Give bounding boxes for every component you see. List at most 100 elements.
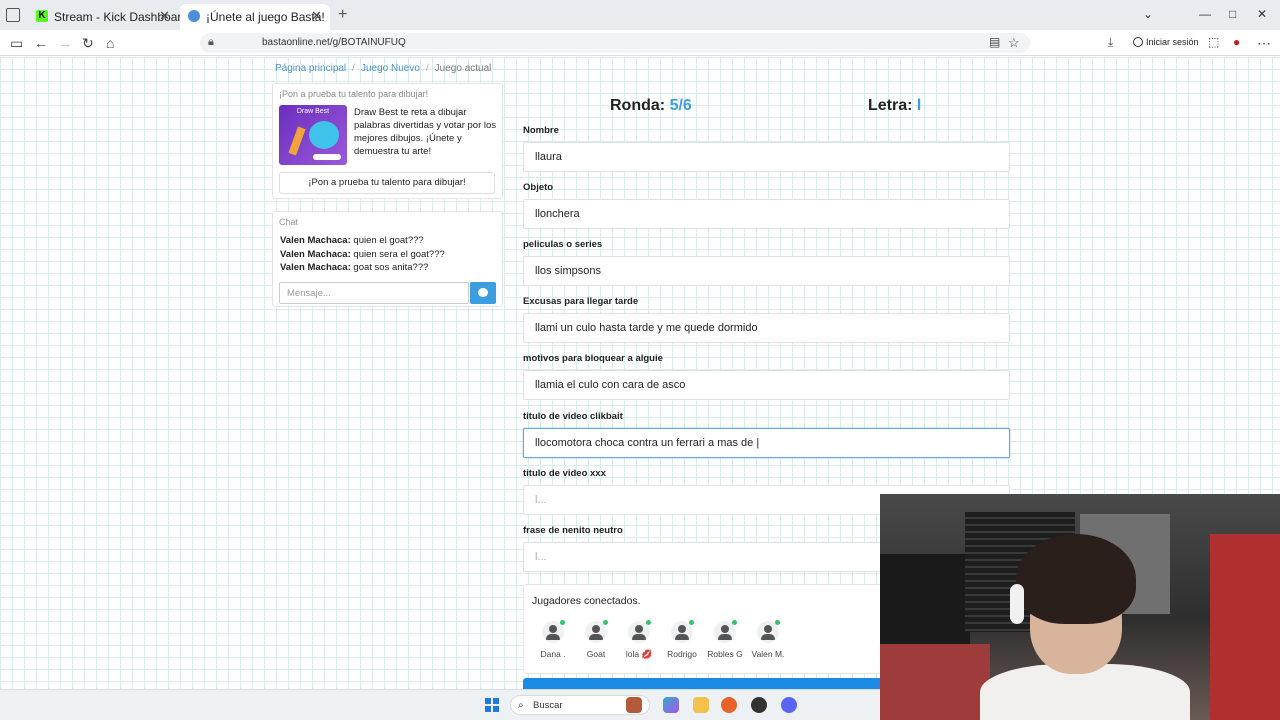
players-title: Jugadores conectados. — [532, 595, 641, 607]
taskbar: ⌕ Buscar — [0, 689, 880, 720]
avatar-icon — [714, 620, 737, 643]
login-button[interactable]: Iniciar sesión — [1133, 37, 1199, 47]
field-label: titulo de video clikbait — [523, 411, 623, 422]
minimize-icon[interactable]: — — [1199, 7, 1211, 21]
extensions-icon[interactable]: ⬚ — [1208, 35, 1219, 49]
discord-icon[interactable] — [781, 697, 797, 713]
player-name: Rodrigo — [667, 649, 697, 659]
field-label: Objeto — [523, 182, 554, 193]
reader-icon[interactable]: ▤ — [989, 35, 1000, 49]
clikbait-input[interactable]: llocomotora choca contra un ferrari a ma… — [523, 428, 1010, 458]
player-item[interactable]: Goat — [574, 620, 618, 659]
download-icon[interactable]: ⤓ — [1108, 35, 1113, 50]
letter-value: l — [916, 97, 922, 114]
avatar-icon — [671, 620, 694, 643]
badge-shape — [313, 154, 341, 160]
chat-heading: Chat — [279, 217, 299, 227]
send-message-button[interactable] — [470, 282, 496, 304]
player-name: lola 💋 — [625, 649, 653, 659]
excusas-input[interactable]: llami un culo hasta tarde y me quede dor… — [523, 313, 1010, 343]
close-icon[interactable]: ✕ — [159, 8, 170, 24]
shelf-shape — [1210, 534, 1280, 720]
breadcrumb: Página principal / Juego Nuevo / Juego actua… — [275, 63, 492, 74]
obs-icon[interactable] — [751, 697, 767, 713]
field-objeto: Objeto llonchera — [523, 182, 1010, 229]
new-tab-icon[interactable]: + — [338, 6, 347, 24]
player-item[interactable]: lola 💋 — [617, 620, 661, 660]
motivos-input[interactable]: llamia el culo con cara de asco — [523, 370, 1010, 400]
close-icon[interactable]: ✕ — [311, 8, 322, 24]
globe-favicon-icon — [188, 10, 200, 22]
chat-message: Valen Machaca: quien sera el goat??? — [280, 248, 445, 262]
chat-text: goat sos anita??? — [353, 262, 429, 273]
reload-icon[interactable]: ↻ — [82, 35, 94, 52]
nombre-input[interactable]: llaura — [523, 142, 1010, 172]
extension-badge-icon[interactable]: ● — [1233, 35, 1240, 49]
player-item[interactable]: Dana . — [531, 620, 575, 659]
online-dot — [560, 620, 565, 625]
windows-start-icon[interactable] — [485, 698, 499, 712]
objeto-input[interactable]: llonchera — [523, 199, 1010, 229]
chat-message: Valen Machaca: quien el goat??? — [280, 234, 445, 248]
chat-user: Valen Machaca: — [280, 235, 351, 246]
avatar-icon — [585, 620, 608, 643]
field-label: Nombre — [523, 125, 559, 136]
forward-icon[interactable]: → — [58, 35, 72, 51]
lock-icon: 🔒︎ — [208, 36, 214, 48]
chat-message-input[interactable]: Mensaje... — [279, 282, 469, 304]
online-dot — [646, 620, 651, 625]
close-window-icon[interactable]: ✕ — [1257, 7, 1267, 21]
avatar-icon — [757, 620, 780, 643]
taskbar-search-label: Buscar — [533, 700, 563, 711]
player-item[interactable]: Robles G — [703, 620, 747, 659]
sidebar-icon[interactable]: ▭ — [10, 35, 23, 52]
news-widget-icon[interactable] — [626, 697, 642, 713]
url-bar[interactable]: 🔒︎ bastaonline.net/g/BOTAINUFUQ — [200, 33, 1030, 53]
field-label: motivos para bloquear a alguie — [523, 353, 663, 364]
maximize-icon[interactable]: □ — [1229, 7, 1236, 21]
home-icon[interactable]: ⌂ — [106, 35, 114, 51]
promo-button[interactable]: ¡Pon a prueba tu talento para dibujar! — [279, 172, 495, 194]
online-dot — [603, 620, 608, 625]
search-icon: ⌕ — [518, 700, 524, 711]
back-icon[interactable]: ← — [34, 35, 48, 51]
kick-favicon-icon: K — [36, 10, 48, 22]
round-indicator: Ronda: 5/6 — [610, 97, 692, 115]
breadcrumb-home-link[interactable]: Página principal — [275, 63, 346, 74]
chat-user: Valen Machaca: — [280, 248, 351, 260]
online-dot — [775, 620, 780, 625]
promo-logo: Draw Best — [296, 108, 330, 115]
field-label: peliculas o series — [523, 239, 603, 250]
tab-kick-dashboard[interactable]: K Stream - Kick Dashboard ✕ — [28, 4, 188, 30]
breadcrumb-new-game-link[interactable]: Juego Nuevo — [361, 63, 420, 74]
login-label: Iniciar sesión — [1146, 37, 1199, 47]
headphones-shape — [1010, 584, 1024, 624]
chat-user: Valen Machaca: — [280, 262, 351, 273]
chat-panel: Chat Valen Machaca: quien el goat??? Val… — [272, 211, 503, 307]
url-text: bastaonline.net/g/BOTAINUFUQ — [262, 37, 406, 48]
player-item[interactable]: Valen M. — [746, 620, 790, 659]
player-item[interactable]: Rodrigo — [660, 620, 704, 659]
online-dot — [689, 620, 694, 625]
menu-icon[interactable]: ⋯ — [1257, 35, 1271, 52]
file-explorer-icon[interactable] — [693, 697, 709, 713]
letter-indicator: Letra: l — [868, 97, 921, 115]
peliculas-input[interactable]: llos simpsons — [523, 256, 1010, 286]
cloth-shape — [880, 644, 990, 720]
splash-shape — [309, 121, 339, 149]
chevron-down-icon[interactable]: ⌄ — [1143, 7, 1153, 21]
round-value: 5/6 — [669, 97, 692, 114]
field-clikbait: titulo de video clikbait llocomotora cho… — [523, 411, 1010, 458]
tab-menu-icon[interactable] — [6, 8, 20, 22]
promo-image[interactable]: Draw Best — [279, 105, 347, 165]
promo-heading: ¡Pon a prueba tu talento para dibujar! — [279, 89, 429, 99]
star-icon[interactable]: ☆ — [1008, 35, 1020, 51]
player-name: Robles G — [707, 649, 743, 659]
avatar-icon — [628, 620, 651, 643]
firefox-icon[interactable] — [721, 697, 737, 713]
copilot-icon[interactable] — [663, 697, 679, 713]
field-motivos: motivos para bloquear a alguie llamia el… — [523, 353, 1010, 400]
tab-basta[interactable]: ¡Únete al juego Basta! ✕ — [180, 4, 330, 30]
chat-text: quien sera el goat??? — [353, 248, 445, 260]
breadcrumb-current: Juego actual — [434, 63, 492, 74]
